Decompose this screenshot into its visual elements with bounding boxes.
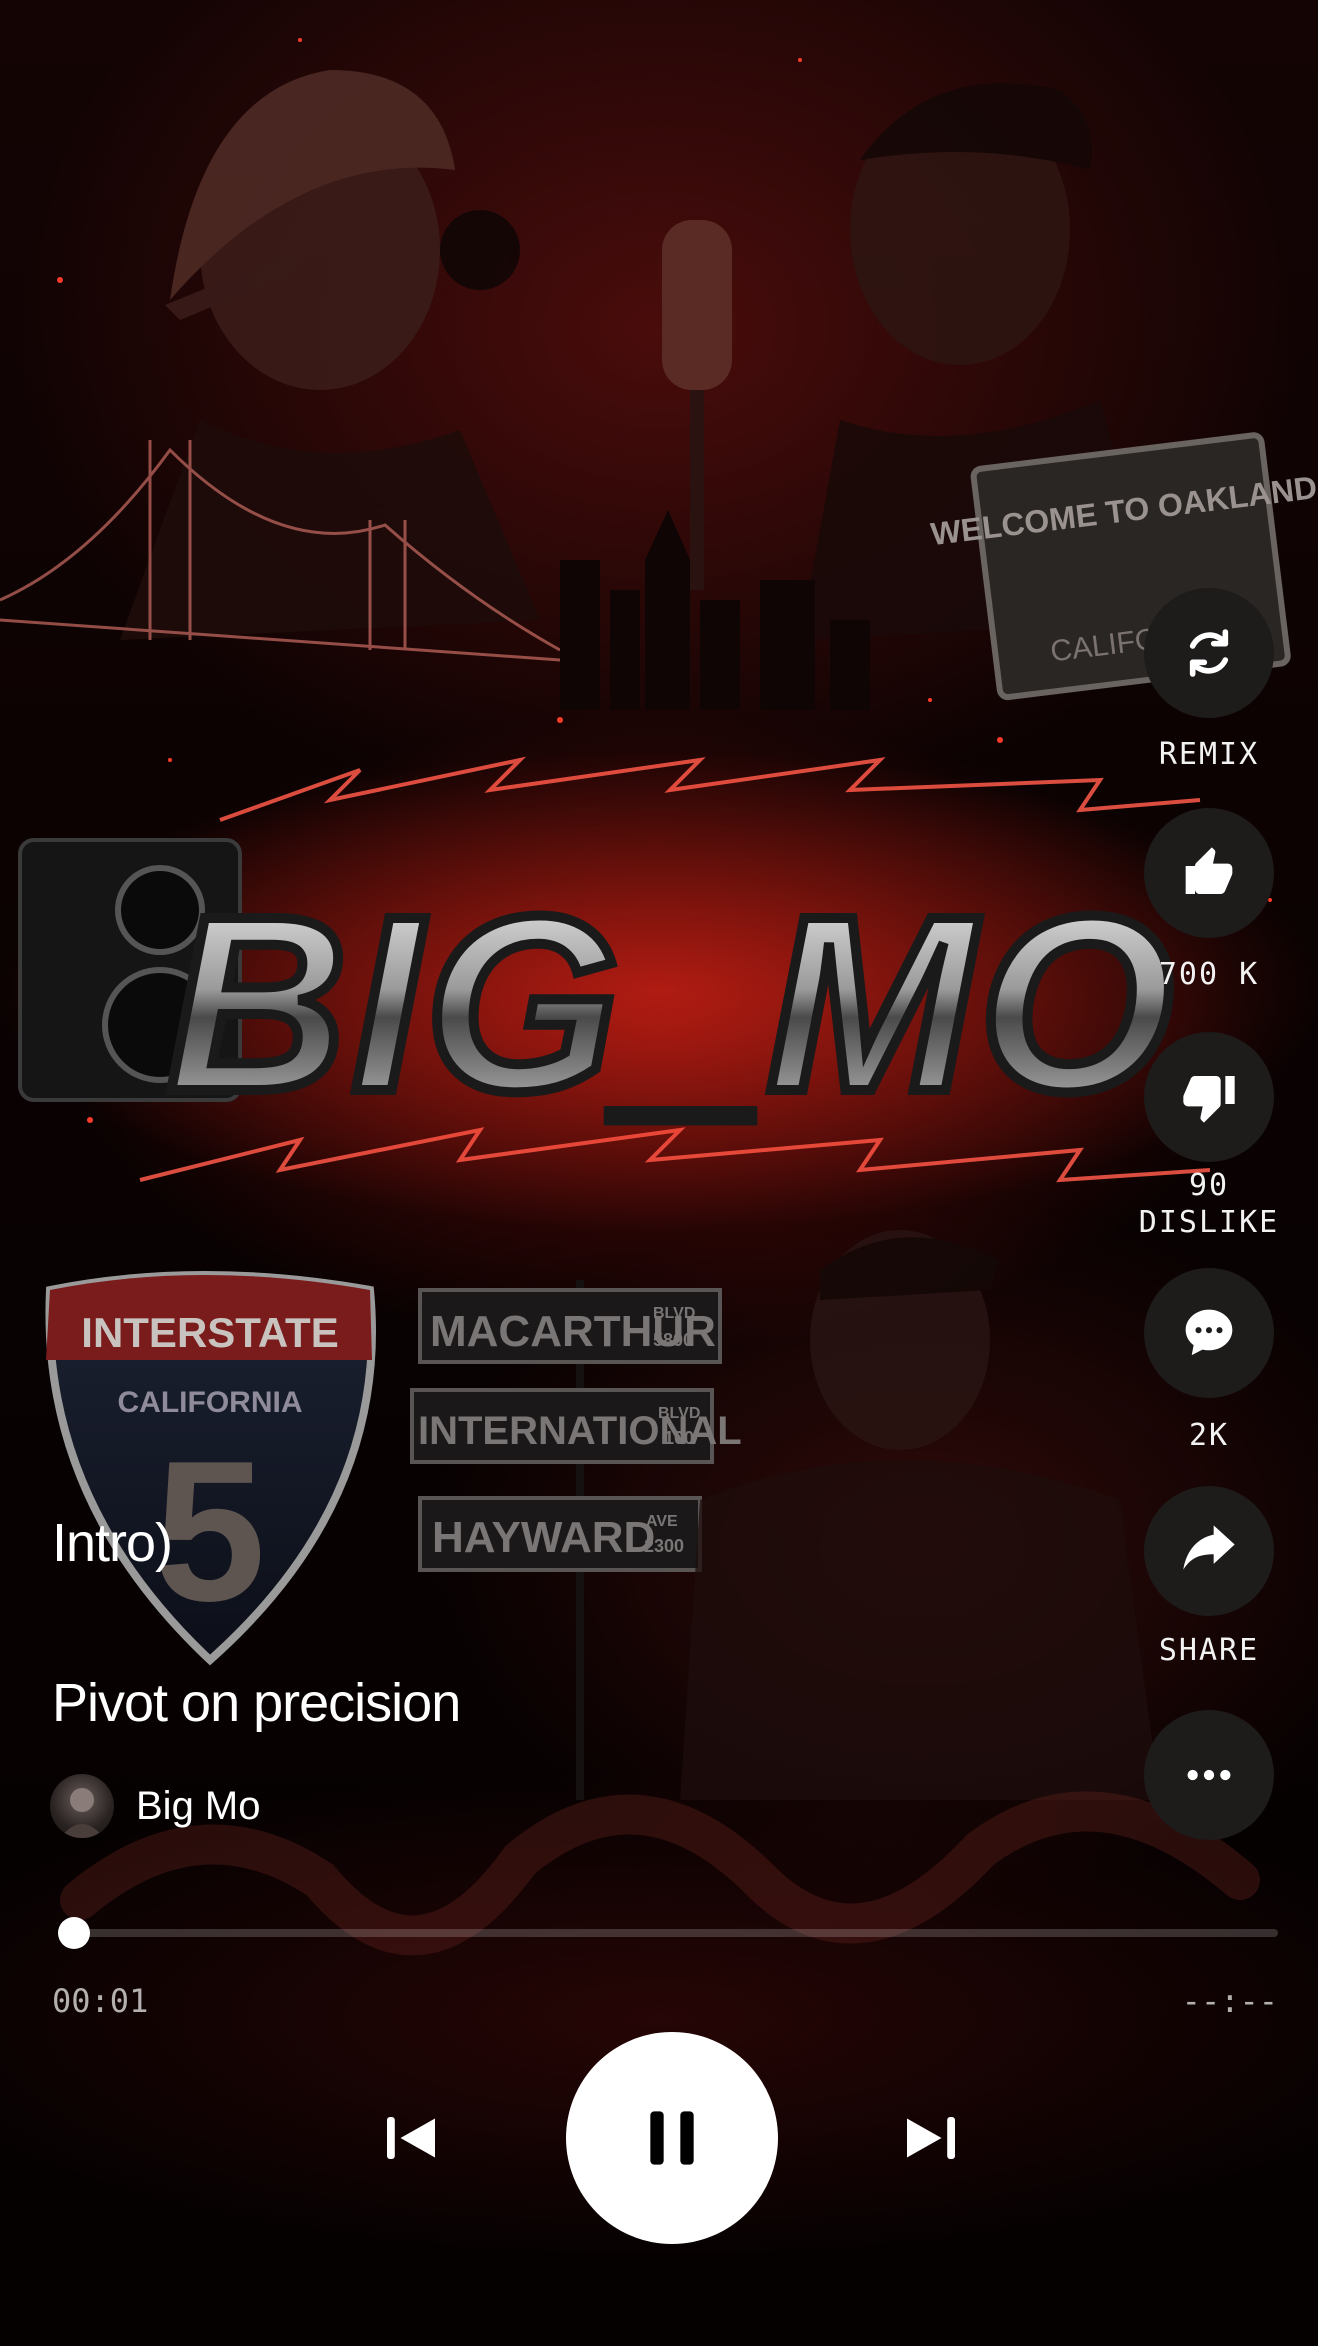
dislike-count: 90 [1188,1168,1230,1203]
comment-button[interactable] [1144,1268,1274,1398]
dislike-label: DISLIKE [1138,1205,1280,1240]
artist-name[interactable]: Big Mo [136,1784,261,1829]
more-icon [1187,1769,1231,1781]
remix-label: REMIX [1158,737,1260,772]
svg-text:5800: 5800 [653,1330,693,1350]
more-button[interactable] [1144,1710,1274,1840]
avatar-image [60,1788,104,1838]
comment-count: 2K [1188,1418,1230,1453]
share-icon [1183,1525,1235,1570]
svg-text:2300: 2300 [644,1536,684,1556]
dislike-button[interactable] [1144,1032,1274,1162]
svg-text:AVE: AVE [646,1513,678,1530]
artwork-graffiti [60,1791,1260,1956]
svg-text:HAYWARD: HAYWARD [432,1513,655,1562]
artwork-interstate-shield: INTERSTATE CALIFORNIA 5 [45,1271,376,1666]
like-count: 700 K [1158,957,1260,992]
artwork-figure-bottom [680,1230,1160,1800]
artwork-figure-left [120,70,540,640]
thumbs-up-icon [1185,847,1233,894]
pause-icon [650,2111,694,2165]
artwork-logo: BIG_MO [162,859,1178,1148]
thumbs-down-icon [1183,1076,1235,1123]
skip-previous-icon [387,2117,435,2159]
track-subtitle: Pivot on precision [52,1673,461,1733]
pause-button[interactable] [566,2032,778,2244]
comment-icon [1185,1309,1233,1356]
svg-text:INTERSTATE: INTERSTATE [81,1309,338,1356]
share-label: SHARE [1158,1633,1260,1668]
svg-text:BIG_MO: BIG_MO [167,864,1177,1143]
track-title: Intro) [52,1513,173,1573]
avatar[interactable] [50,1774,114,1838]
previous-button[interactable] [366,2098,456,2178]
next-button[interactable] [886,2098,976,2178]
skip-next-icon [907,2117,955,2159]
svg-text:CALIFORNIA: CALIFORNIA [118,1386,303,1419]
svg-text:100: 100 [664,1428,694,1448]
progress-bar[interactable] [58,1917,1278,1949]
progress-handle[interactable] [58,1917,91,1949]
shorts-player: WELCOME TO OAKLAND CALIFORNIA BIG_MO INT… [0,0,1318,2346]
svg-text:BLVD: BLVD [658,1405,700,1422]
share-button[interactable] [1144,1486,1274,1616]
elapsed-time: 00:01 [52,1982,149,2020]
remix-icon [1189,629,1229,677]
svg-text:BLVD: BLVD [653,1305,695,1322]
total-duration: --:-- [1181,1982,1278,2020]
remix-button[interactable] [1144,588,1274,718]
like-button[interactable] [1144,808,1274,938]
